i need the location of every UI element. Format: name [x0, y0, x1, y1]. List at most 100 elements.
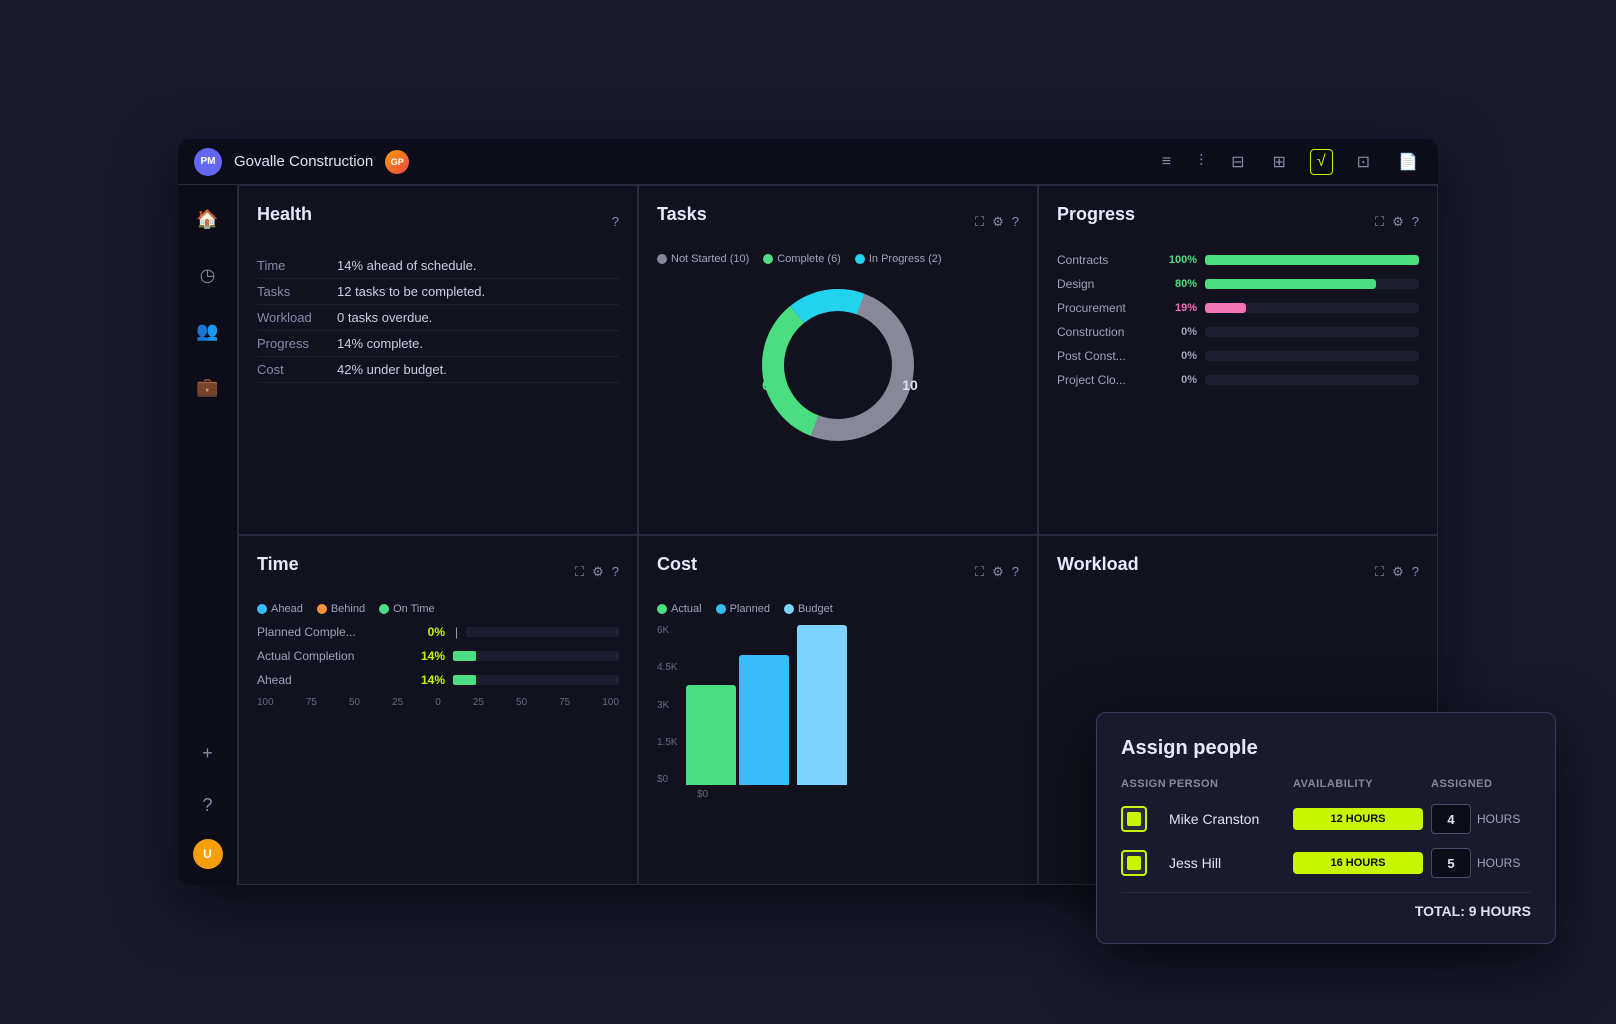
progress-help-icon[interactable]: ? — [1412, 214, 1419, 229]
assigned-box-mike: HOURS — [1431, 804, 1531, 834]
progress-settings-icon[interactable]: ⚙ — [1392, 214, 1404, 230]
col-header-assigned: ASSIGNED — [1431, 778, 1531, 790]
sidebar-help-button[interactable]: ? — [190, 787, 226, 823]
workload-help-icon[interactable]: ? — [1412, 564, 1419, 579]
cost-help-icon[interactable]: ? — [1012, 564, 1019, 579]
health-row-progress: Progress 14% complete. — [257, 331, 619, 357]
assigned-input-mike[interactable] — [1431, 804, 1471, 834]
time-help-icon[interactable]: ? — [612, 564, 619, 579]
time-legend-ontime: On Time — [379, 603, 435, 615]
progress-label-postconstruction: Post Const... — [1057, 349, 1157, 363]
workload-settings-icon[interactable]: ⚙ — [1392, 564, 1404, 580]
cost-expand-icon[interactable]: ⛶ — [975, 564, 984, 580]
assigned-box-jess: HOURS — [1431, 848, 1531, 878]
time-expand-icon[interactable]: ⛶ — [575, 564, 584, 580]
tasks-expand-icon[interactable]: ⛶ — [975, 214, 984, 230]
time-label-actual: Actual Completion — [257, 649, 397, 663]
checkbox-inner-mike — [1127, 812, 1141, 826]
person-checkbox-mike[interactable] — [1121, 806, 1147, 832]
progress-bar-bg-construction — [1205, 327, 1419, 337]
progress-bar-bg-postconstruction — [1205, 351, 1419, 361]
time-pct-planned: 0% — [405, 625, 445, 639]
nav-calendar-icon[interactable]: ⊡ — [1353, 148, 1374, 176]
svg-text:10: 10 — [902, 377, 918, 393]
progress-bar-fill-design — [1205, 279, 1376, 289]
person-name-mike: Mike Cranston — [1169, 811, 1285, 827]
progress-row-projectclose: Project Clo... 0% — [1057, 373, 1419, 387]
nav-doc-icon[interactable]: 📄 — [1394, 148, 1422, 176]
cost-title: Cost — [657, 554, 697, 575]
time-settings-icon[interactable]: ⚙ — [592, 564, 604, 580]
sidebar-item-home[interactable]: 🏠 — [190, 201, 226, 237]
availability-mike: 12 HOURS — [1293, 808, 1423, 830]
tasks-widget: Tasks ⛶ ⚙ ? Not Started (10) — [638, 185, 1038, 535]
health-label-tasks: Tasks — [257, 284, 337, 299]
progress-pct-projectclose: 0% — [1165, 374, 1197, 386]
nav-align-icon[interactable]: ⊟ — [1227, 148, 1248, 176]
nav-filter-icon[interactable]: ⫶ — [1195, 149, 1207, 175]
progress-bar-fill-contracts — [1205, 255, 1419, 265]
health-value-tasks: 12 tasks to be completed. — [337, 284, 485, 299]
time-controls: ⛶ ⚙ ? — [575, 564, 619, 580]
cost-bars — [686, 625, 847, 785]
assign-person-row-jess: Jess Hill 16 HOURS HOURS — [1121, 848, 1531, 878]
nav-table-icon[interactable]: ⊞ — [1268, 148, 1289, 176]
sidebar: 🏠 ◷ 👥 💼 + ? U — [178, 185, 238, 885]
progress-row-contracts: Contracts 100% — [1057, 253, 1419, 267]
progress-label-projectclose: Project Clo... — [1057, 373, 1157, 387]
cost-widget: Cost ⛶ ⚙ ? Actual — [638, 535, 1038, 885]
legend-in-progress: In Progress (2) — [855, 253, 942, 265]
health-row-time: Time 14% ahead of schedule. — [257, 253, 619, 279]
progress-bar-bg-procurement — [1205, 303, 1419, 313]
hours-label-jess: HOURS — [1477, 856, 1520, 870]
progress-bar-bg-design — [1205, 279, 1419, 289]
progress-pct-postconstruction: 0% — [1165, 350, 1197, 362]
workload-controls: ⛶ ⚙ ? — [1375, 564, 1419, 580]
time-title: Time — [257, 554, 299, 575]
time-row-actual: Actual Completion 14% — [257, 649, 619, 663]
tasks-help-icon[interactable]: ? — [1012, 214, 1019, 229]
cost-settings-icon[interactable]: ⚙ — [992, 564, 1004, 580]
legend-not-started: Not Started (10) — [657, 253, 749, 265]
assign-modal-header: ASSIGN PERSON AVAILABILITY ASSIGNED — [1121, 778, 1531, 790]
progress-pct-contracts: 100% — [1165, 254, 1197, 266]
time-widget-header: Time ⛶ ⚙ ? — [257, 554, 619, 589]
tasks-settings-icon[interactable]: ⚙ — [992, 214, 1004, 230]
assigned-input-jess[interactable] — [1431, 848, 1471, 878]
tasks-widget-header: Tasks ⛶ ⚙ ? — [657, 204, 1019, 239]
person-checkbox-jess[interactable] — [1121, 850, 1147, 876]
health-widget-header: Health ? — [257, 204, 619, 239]
health-row-workload: Workload 0 tasks overdue. — [257, 305, 619, 331]
health-label-time: Time — [257, 258, 337, 273]
health-row-tasks: Tasks 12 tasks to be completed. — [257, 279, 619, 305]
cost-legend-actual: Actual — [657, 603, 702, 615]
project-title: Govalle Construction — [234, 153, 373, 170]
col-header-person: PERSON — [1169, 778, 1285, 790]
cost-bar-budget-2 — [797, 625, 847, 785]
cost-widget-header: Cost ⛶ ⚙ ? — [657, 554, 1019, 589]
progress-row-postconstruction: Post Const... 0% — [1057, 349, 1419, 363]
cost-bar-group-1 — [686, 655, 789, 785]
time-bar-fill-ahead — [453, 675, 476, 685]
tasks-donut-container: 2 6 10 — [657, 275, 1019, 455]
sidebar-item-work[interactable]: 💼 — [190, 369, 226, 405]
health-value-time: 14% ahead of schedule. — [337, 258, 477, 273]
health-value-progress: 14% complete. — [337, 336, 423, 351]
nav-list-icon[interactable]: ≡ — [1158, 149, 1175, 175]
sidebar-user-avatar[interactable]: U — [193, 839, 223, 869]
workload-expand-icon[interactable]: ⛶ — [1375, 564, 1384, 580]
progress-expand-icon[interactable]: ⛶ — [1375, 214, 1384, 230]
progress-pct-design: 80% — [1165, 278, 1197, 290]
nav-chart-icon[interactable]: √ — [1310, 149, 1333, 175]
sidebar-item-people[interactable]: 👥 — [190, 313, 226, 349]
sidebar-item-time[interactable]: ◷ — [190, 257, 226, 293]
time-widget: Time ⛶ ⚙ ? Ahead — [238, 535, 638, 885]
sidebar-add-button[interactable]: + — [190, 735, 226, 771]
health-help-icon[interactable]: ? — [612, 214, 619, 229]
time-bar-bg-ahead — [453, 675, 619, 685]
time-pct-actual: 14% — [405, 649, 445, 663]
time-label-planned: Planned Comple... — [257, 625, 397, 639]
progress-rows: Contracts 100% Design 80% — [1057, 253, 1419, 387]
col-header-availability: AVAILABILITY — [1293, 778, 1423, 790]
top-bar: PM Govalle Construction GP ≡ ⫶ ⊟ ⊞ √ ⊡ 📄 — [178, 139, 1438, 185]
